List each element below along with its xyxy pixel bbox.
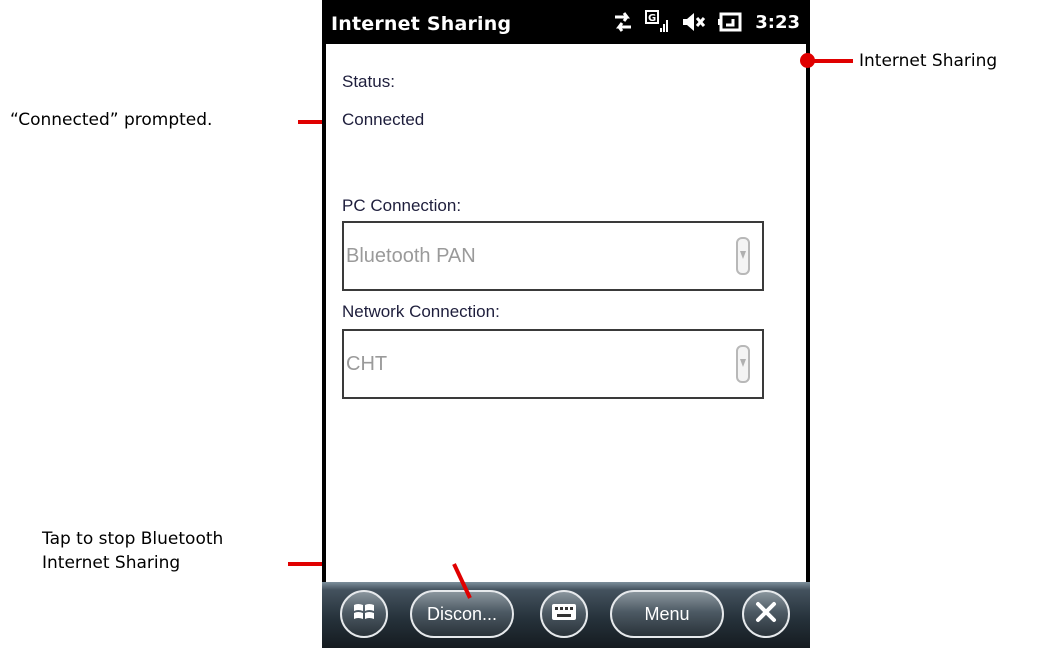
soft-key-bar: Discon... Menu (322, 582, 810, 648)
network-connection-label: Network Connection: (342, 302, 500, 321)
menu-button[interactable]: Menu (610, 590, 724, 638)
start-button[interactable] (340, 590, 388, 638)
keyboard-icon (551, 602, 577, 627)
title-annotation: Internet Sharing (859, 51, 998, 71)
close-button[interactable] (742, 590, 790, 638)
title-annotation-line (812, 59, 853, 63)
signal-strength-icon[interactable]: G (645, 10, 671, 34)
internet-sharing-form: Status: Connected PC Connection: Bluetoo… (326, 44, 806, 582)
window-title: Internet Sharing (331, 13, 512, 35)
clock[interactable]: 3:23 (755, 12, 800, 33)
disconnect-annotation-line2: Internet Sharing (42, 553, 181, 573)
svg-text:G: G (648, 13, 656, 24)
menu-button-label: Menu (644, 603, 690, 624)
chevron-down-icon (736, 345, 750, 383)
connected-annotation: “Connected” prompted. (10, 110, 213, 130)
status-label: Status: (342, 72, 395, 91)
status-value: Connected (342, 110, 425, 129)
disconnect-annotation-pointer (452, 563, 472, 599)
data-transfer-icon[interactable] (611, 11, 635, 33)
battery-charging-icon[interactable] (717, 11, 743, 33)
pc-connection-dropdown[interactable]: Bluetooth PAN (342, 221, 764, 291)
keyboard-button[interactable] (540, 590, 588, 638)
title-bar: Internet Sharing G 3:23 (322, 0, 810, 44)
chevron-down-icon (736, 237, 750, 275)
windows-logo-icon (352, 600, 376, 629)
status-icons: G 3:23 (611, 9, 800, 35)
pc-connection-label: PC Connection: (342, 196, 462, 215)
network-connection-value: CHT (346, 353, 388, 375)
title-annotation-dot (800, 53, 815, 68)
pc-connection-value: Bluetooth PAN (346, 245, 476, 267)
network-connection-dropdown[interactable]: CHT (342, 329, 764, 399)
device-screen: Internet Sharing G 3:23 Status: Connecte… (322, 0, 810, 648)
disconnect-annotation-line1: Tap to stop Bluetooth (42, 529, 224, 549)
speaker-muted-icon[interactable] (681, 11, 707, 33)
close-icon (753, 599, 779, 630)
